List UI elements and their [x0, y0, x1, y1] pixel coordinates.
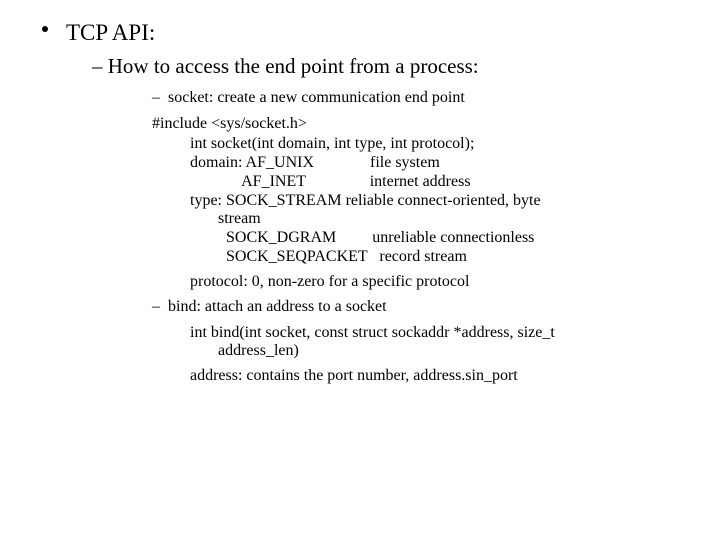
bullet-level-3-socket: – socket: create a new communication end… [152, 89, 690, 107]
bind-sig-a: int bind(int socket, const struct sockad… [190, 324, 555, 341]
socket-heading: socket: create a new communication end p… [168, 89, 465, 106]
type-sock-dgram: SOCK_DGRAM unreliable connectionless [190, 229, 690, 247]
bind-sig-b: address_len) [190, 342, 630, 360]
domain-af-unix: domain: AF_UNIX file system [190, 154, 690, 172]
l1-text: TCP API: [66, 20, 155, 45]
l2-text: How to access the end point from a proce… [108, 54, 479, 78]
slide: TCP API: – How to access the end point f… [0, 0, 720, 406]
type-sock-seqpacket: SOCK_SEQPACKET record stream [190, 248, 690, 266]
bind-heading: bind: attach an address to a socket [168, 298, 387, 315]
type-sock-stream: type: SOCK_STREAM reliable connect-orien… [190, 192, 690, 228]
socket-signature: int socket(int domain, int type, int pro… [190, 135, 690, 153]
bullet-level-2: – How to access the end point from a pro… [92, 54, 690, 79]
type-stream-a: type: SOCK_STREAM reliable connect-orien… [190, 192, 541, 209]
bullet-level-3-bind: – bind: attach an address to a socket [152, 298, 690, 316]
protocol-line: protocol: 0, non-zero for a specific pro… [190, 273, 690, 291]
bind-address-line: address: contains the port number, addre… [190, 367, 690, 385]
bullet-level-1: TCP API: [66, 20, 690, 46]
type-stream-b: stream [190, 210, 630, 228]
include-line: #include <sys/socket.h> [152, 115, 690, 133]
bullet-dot-icon [42, 26, 48, 32]
domain-af-inet: AF_INET internet address [190, 173, 690, 191]
bind-signature: int bind(int socket, const struct sockad… [190, 324, 690, 360]
